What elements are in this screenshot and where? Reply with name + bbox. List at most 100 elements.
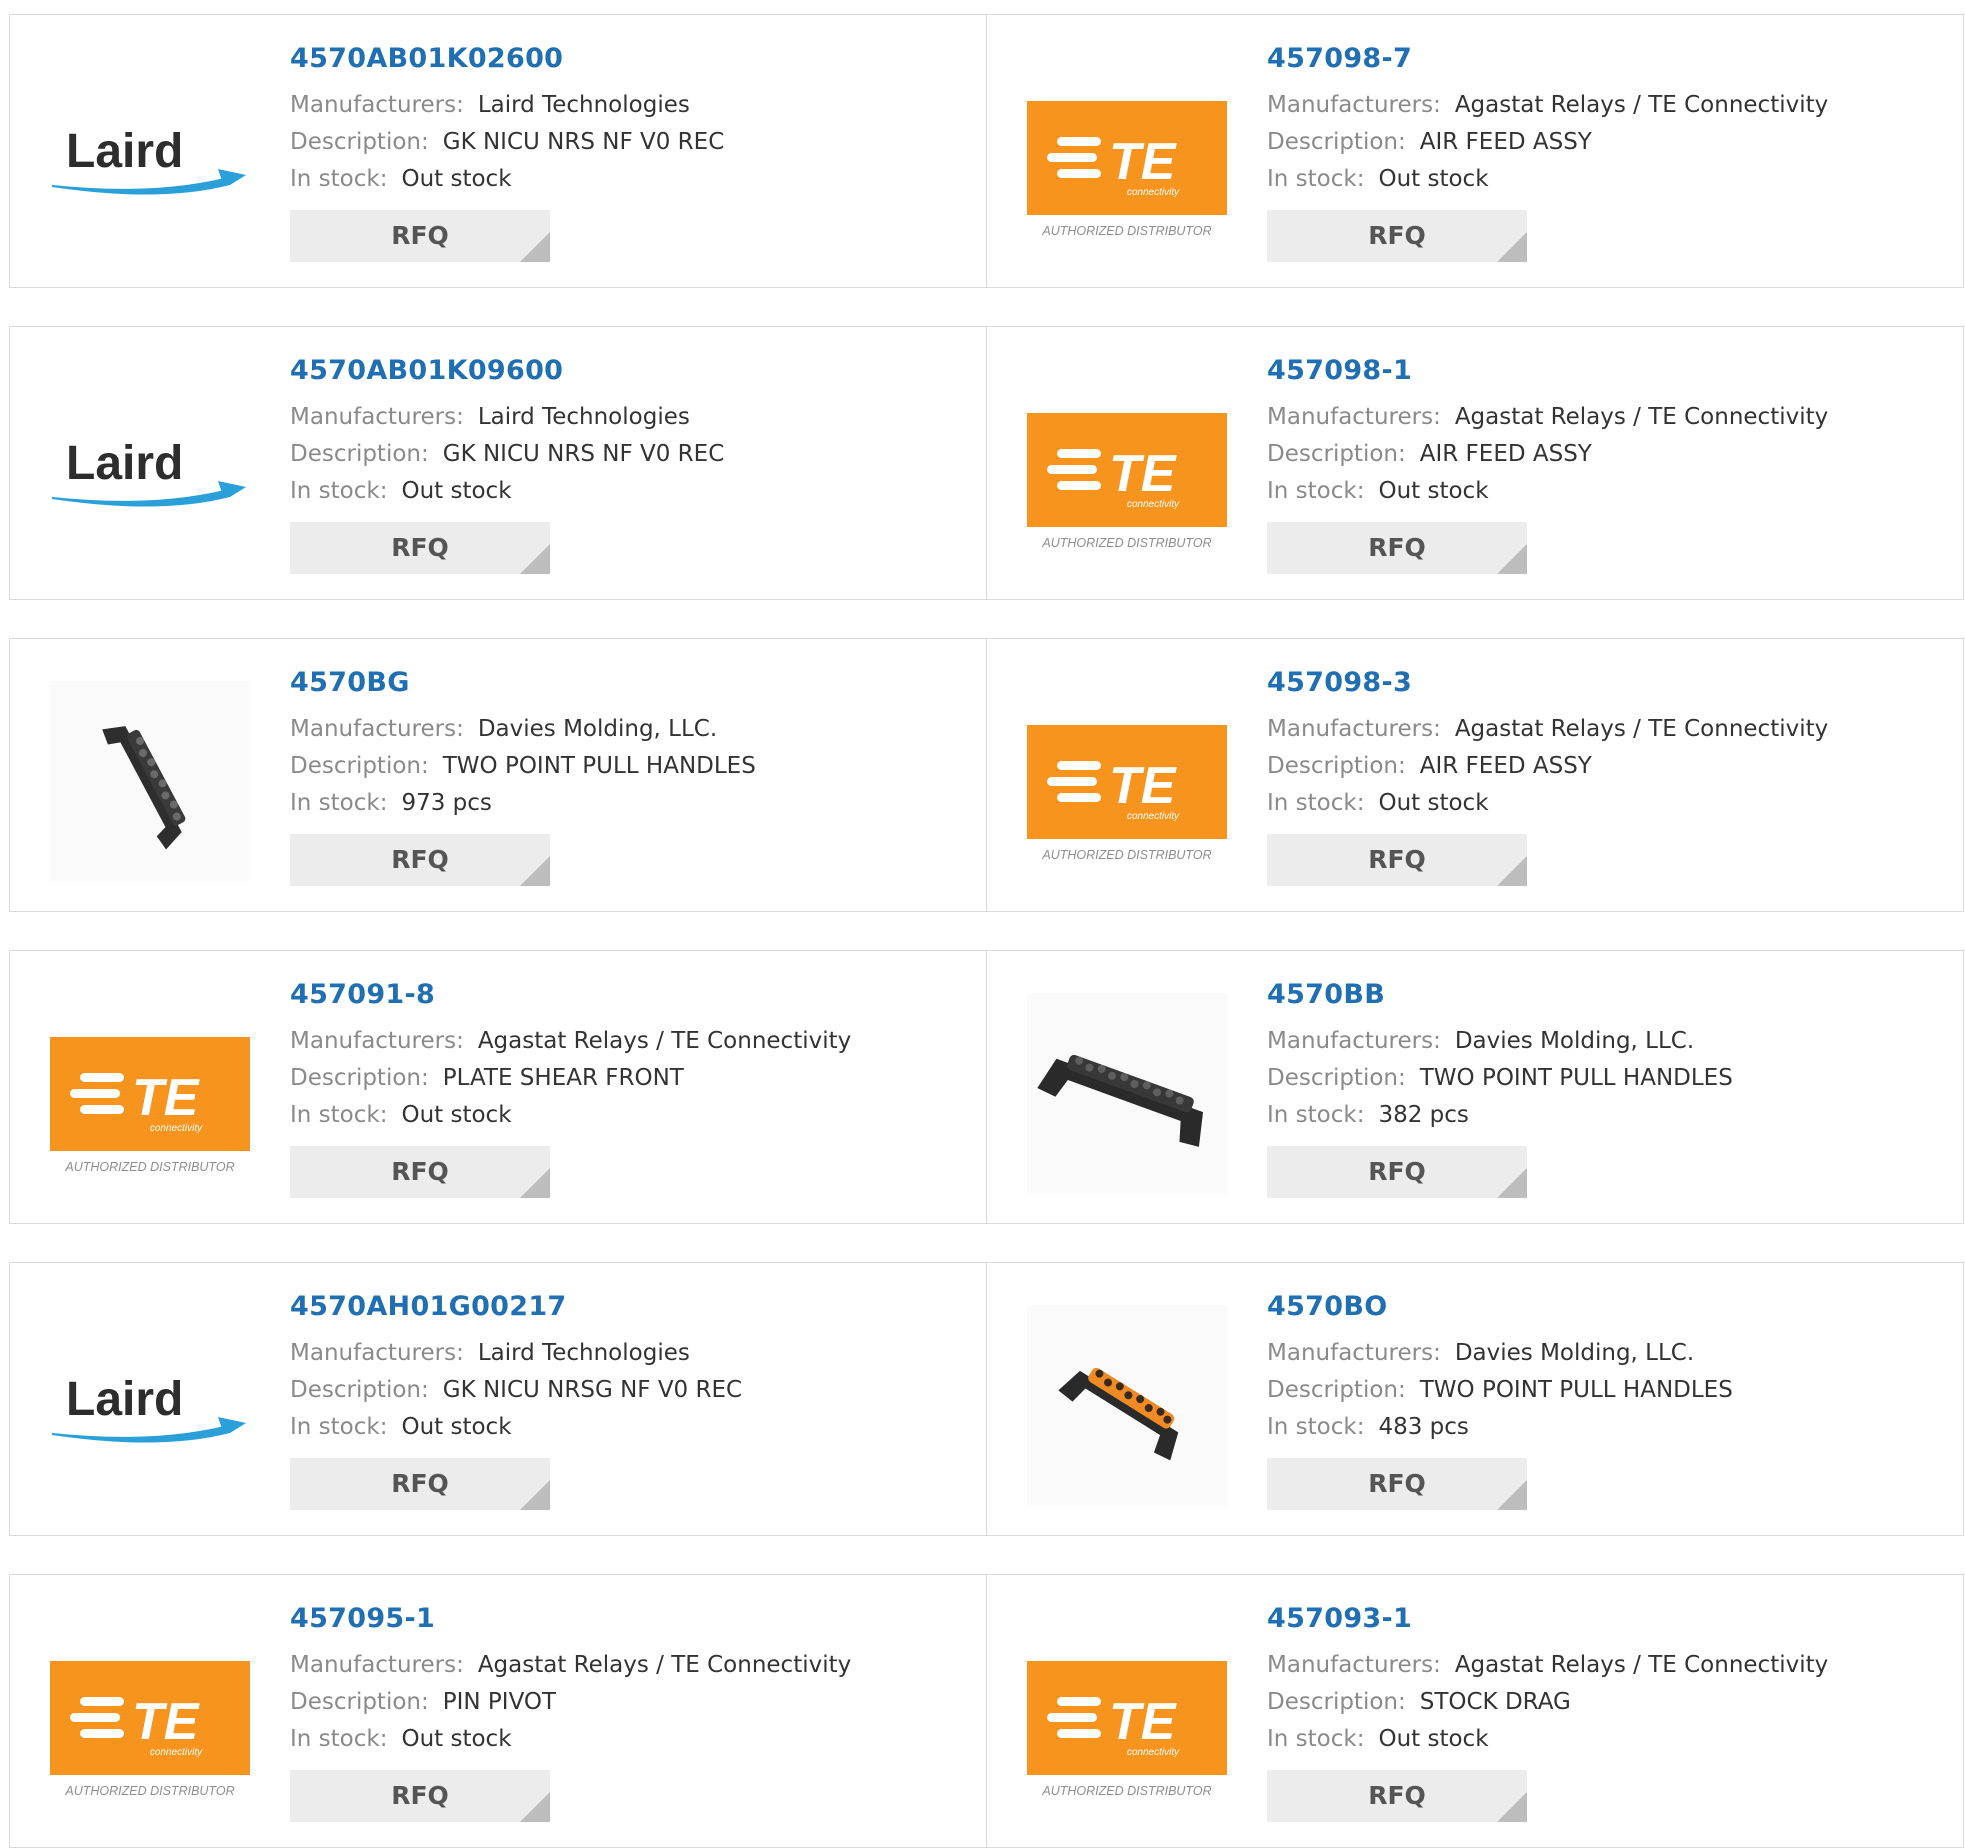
part-number-link[interactable]: 457098-7 [1267, 39, 1953, 79]
product-image[interactable]: TE connectivity AUTHORIZED DISTRIBUTOR [50, 1617, 250, 1817]
product-image[interactable]: TE connectivity AUTHORIZED DISTRIBUTOR [1027, 57, 1227, 257]
product-row: Laird 4570AH01G00217 Manufacturers: Laird T… [9, 1262, 1964, 1536]
stock-line-value: 382 pcs [1378, 1102, 1469, 1128]
stock-line: In stock: 382 pcs [1267, 1097, 1953, 1134]
product-image[interactable] [50, 681, 250, 881]
te-connectivity-logo: TEconnectivity AUTHORIZED DISTRIBUTOR [1027, 413, 1227, 550]
product-info: 457098-7 Manufacturers: Agastat Relays / T… [1267, 39, 1953, 262]
te-logo-subtext: connectivity [150, 1123, 203, 1134]
te-logo-text: TE [1109, 1693, 1177, 1751]
manufacturer-line-label: Manufacturers: [290, 404, 464, 430]
rfq-button[interactable]: RFQ [1267, 1458, 1527, 1510]
rfq-button[interactable]: RFQ [290, 1146, 550, 1198]
description-line-value: GK NICU NRSG NF V0 REC [442, 1377, 743, 1403]
product-info: 457098-3 Manufacturers: Agastat Relays / T… [1267, 663, 1953, 886]
stock-line-label: In stock: [1267, 478, 1365, 504]
rfq-button[interactable]: RFQ [290, 210, 550, 262]
te-logo-subtext: connectivity [1127, 187, 1180, 198]
rfq-button[interactable]: RFQ [1267, 1146, 1527, 1198]
rfq-button-label: RFQ [391, 1781, 449, 1810]
description-line: Description: PIN PIVOT [290, 1684, 976, 1721]
product-info: 4570AB01K02600 Manufacturers: Laird Techno… [290, 39, 976, 262]
part-number-link[interactable]: 4570BG [290, 663, 976, 703]
part-number-link[interactable]: 4570AH01G00217 [290, 1287, 976, 1327]
rfq-button-label: RFQ [391, 845, 449, 874]
manufacturer-line-label: Manufacturers: [1267, 1340, 1441, 1366]
manufacturer-line: Manufacturers: Agastat Relays / TE Connec… [290, 1647, 976, 1684]
product-grid: Laird 4570AB01K02600 Manufacturers: Laird T… [9, 14, 1964, 1848]
product-image[interactable]: Laird [50, 57, 250, 257]
rfq-button[interactable]: RFQ [1267, 1770, 1527, 1822]
rfq-button[interactable]: RFQ [1267, 522, 1527, 574]
description-line-value: AIR FEED ASSY [1419, 753, 1592, 779]
product-image[interactable]: Laird [50, 369, 250, 569]
stock-line-value: Out stock [1378, 790, 1489, 816]
product-card: Laird 4570AB01K02600 Manufacturers: Laird T… [10, 15, 986, 287]
description-line-value: STOCK DRAG [1419, 1689, 1571, 1715]
te-logo-text: TE [1109, 445, 1177, 503]
description-line-value: AIR FEED ASSY [1419, 441, 1592, 467]
te-logo-text: TE [1109, 133, 1177, 191]
description-line: Description: GK NICU NRS NF V0 REC [290, 124, 976, 161]
product-image[interactable]: TE connectivity AUTHORIZED DISTRIBUTOR [1027, 369, 1227, 569]
stock-line-value: Out stock [401, 1726, 512, 1752]
product-card: TE connectivity AUTHORIZED DISTRIBUTOR 4570… [986, 1575, 1963, 1847]
stock-line-label: In stock: [290, 1726, 388, 1752]
manufacturer-line-value: Laird Technologies [477, 1340, 690, 1366]
stock-line-value: 483 pcs [1378, 1414, 1469, 1440]
rfq-corner-decoration [1497, 544, 1527, 574]
part-number-link[interactable]: 457098-1 [1267, 351, 1953, 391]
rfq-button[interactable]: RFQ [290, 834, 550, 886]
manufacturer-line-value: Davies Molding, LLC. [1454, 1028, 1695, 1054]
manufacturer-line: Manufacturers: Agastat Relays / TE Connec… [1267, 711, 1953, 748]
description-line-value: AIR FEED ASSY [1419, 129, 1592, 155]
rfq-button[interactable]: RFQ [290, 522, 550, 574]
rfq-corner-decoration [1497, 1792, 1527, 1822]
te-logo-subtext: connectivity [1127, 1747, 1180, 1758]
product-image[interactable] [1027, 993, 1227, 1193]
description-line-value: TWO POINT PULL HANDLES [442, 753, 756, 779]
product-image[interactable]: TE connectivity AUTHORIZED DISTRIBUTOR [50, 993, 250, 1193]
product-image[interactable] [1027, 1305, 1227, 1505]
part-number-link[interactable]: 4570AB01K09600 [290, 351, 976, 391]
rfq-button[interactable]: RFQ [1267, 210, 1527, 262]
product-info: 457091-8 Manufacturers: Agastat Relays / T… [290, 975, 976, 1198]
rfq-button[interactable]: RFQ [290, 1458, 550, 1510]
part-number-link[interactable]: 4570BO [1267, 1287, 1953, 1327]
rfq-button[interactable]: RFQ [1267, 834, 1527, 886]
product-card: Laird 4570AH01G00217 Manufacturers: Laird T… [10, 1263, 986, 1535]
stock-line-label: In stock: [1267, 166, 1365, 192]
rfq-corner-decoration [1497, 1168, 1527, 1198]
description-line-label: Description: [290, 129, 429, 155]
manufacturer-line-label: Manufacturers: [290, 1652, 464, 1678]
product-image[interactable]: TE connectivity AUTHORIZED DISTRIBUTOR [1027, 681, 1227, 881]
product-info: 457098-1 Manufacturers: Agastat Relays / T… [1267, 351, 1953, 574]
product-image[interactable]: Laird [50, 1305, 250, 1505]
rfq-button-label: RFQ [391, 1157, 449, 1186]
description-line: Description: AIR FEED ASSY [1267, 124, 1953, 161]
part-number-link[interactable]: 457095-1 [290, 1599, 976, 1639]
laird-logo: Laird [52, 125, 246, 195]
manufacturer-line: Manufacturers: Agastat Relays / TE Connec… [290, 1023, 976, 1060]
description-line: Description: TWO POINT PULL HANDLES [1267, 1372, 1953, 1409]
laird-logo-text: Laird [66, 125, 183, 178]
manufacturer-line-value: Agastat Relays / TE Connectivity [1454, 404, 1829, 430]
stock-line: In stock: Out stock [1267, 1721, 1953, 1758]
rfq-corner-decoration [520, 1792, 550, 1822]
part-number-link[interactable]: 457098-3 [1267, 663, 1953, 703]
description-line-label: Description: [290, 1377, 429, 1403]
black-pull-handle-image [50, 681, 250, 881]
manufacturer-line: Manufacturers: Agastat Relays / TE Connec… [1267, 87, 1953, 124]
rfq-button[interactable]: RFQ [290, 1770, 550, 1822]
manufacturer-line-label: Manufacturers: [1267, 404, 1441, 430]
stock-line-value: Out stock [401, 166, 512, 192]
stock-line-label: In stock: [290, 1102, 388, 1128]
part-number-link[interactable]: 4570AB01K02600 [290, 39, 976, 79]
product-image[interactable]: TE connectivity AUTHORIZED DISTRIBUTOR [1027, 1617, 1227, 1817]
stock-line: In stock: Out stock [290, 1721, 976, 1758]
manufacturer-line: Manufacturers: Davies Molding, LLC. [1267, 1023, 1953, 1060]
rfq-corner-decoration [520, 856, 550, 886]
part-number-link[interactable]: 4570BB [1267, 975, 1953, 1015]
part-number-link[interactable]: 457091-8 [290, 975, 976, 1015]
part-number-link[interactable]: 457093-1 [1267, 1599, 1953, 1639]
